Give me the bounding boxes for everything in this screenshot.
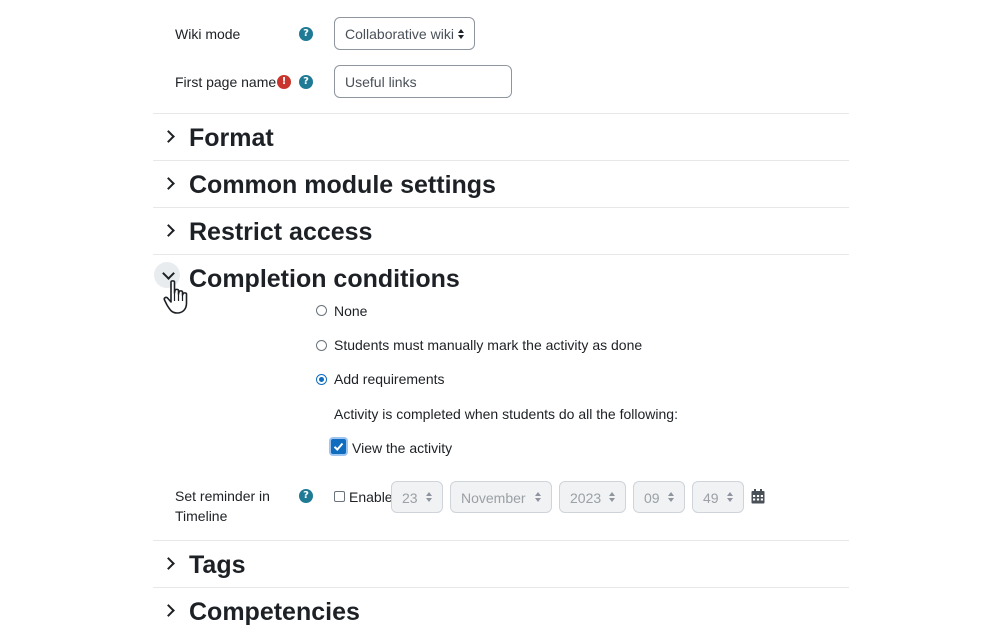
enable-checkbox[interactable] [334, 491, 345, 502]
section-title-format: Format [189, 124, 274, 152]
select-caret-icon [668, 492, 674, 502]
wiki-mode-label: Wiki mode [175, 26, 241, 42]
reminder-label-line2: Timeline [175, 508, 228, 524]
enable-label[interactable]: Enable [349, 487, 393, 507]
hand-pointer-icon [163, 280, 188, 314]
option-none-label[interactable]: None [334, 301, 367, 321]
divider [153, 254, 849, 255]
check-icon [333, 442, 344, 451]
radio-manual[interactable] [316, 340, 327, 351]
wiki-mode-select[interactable]: Collaborative wiki [334, 17, 475, 50]
minute-select[interactable]: 49 [692, 481, 744, 513]
requirements-description: Activity is completed when students do a… [334, 406, 678, 422]
first-page-name-label: First page name [175, 74, 277, 90]
section-restrict-access[interactable]: Restrict access [160, 216, 460, 252]
year-select[interactable]: 2023 [559, 481, 626, 513]
select-caret-icon [609, 492, 615, 502]
select-caret-icon [426, 492, 432, 502]
option-manual-label[interactable]: Students must manually mark the activity… [334, 335, 642, 355]
section-title-common: Common module settings [189, 171, 496, 199]
chevron-right-icon[interactable] [162, 224, 175, 237]
year-value: 2023 [570, 490, 602, 506]
radio-none[interactable] [316, 305, 327, 316]
month-value: November [461, 490, 526, 506]
section-title-competencies: Competencies [189, 598, 360, 626]
divider [153, 540, 849, 541]
select-caret-icon [535, 492, 541, 502]
chevron-right-icon[interactable] [162, 130, 175, 143]
section-title-completion: Completion conditions [189, 265, 460, 293]
divider [153, 207, 849, 208]
wiki-mode-value: Collaborative wiki [345, 26, 454, 42]
view-activity-checkbox[interactable] [331, 439, 346, 454]
section-title-tags: Tags [189, 551, 246, 579]
select-caret-icon [458, 28, 464, 39]
chevron-right-icon[interactable] [162, 557, 175, 570]
divider [153, 587, 849, 588]
section-format[interactable]: Format [160, 122, 460, 158]
reminder-label: Set reminder in Timeline [175, 486, 270, 526]
divider [153, 113, 849, 114]
view-activity-label[interactable]: View the activity [352, 438, 452, 458]
day-select[interactable]: 23 [391, 481, 443, 513]
reminder-label-line1: Set reminder in [175, 488, 270, 504]
section-tags[interactable]: Tags [160, 549, 360, 585]
hour-select[interactable]: 09 [633, 481, 685, 513]
required-icon: ! [277, 75, 291, 89]
month-select[interactable]: November [450, 481, 552, 513]
calendar-icon[interactable] [751, 489, 765, 504]
option-add-requirements-label[interactable]: Add requirements [334, 369, 445, 389]
radio-add-requirements[interactable] [316, 374, 327, 385]
help-icon[interactable]: ? [299, 27, 313, 41]
first-page-name-value: Useful links [345, 74, 417, 90]
section-common-module-settings[interactable]: Common module settings [160, 169, 560, 205]
hour-value: 09 [644, 490, 660, 506]
chevron-right-icon[interactable] [162, 177, 175, 190]
minute-value: 49 [703, 490, 719, 506]
divider [153, 160, 849, 161]
day-value: 23 [402, 490, 418, 506]
section-title-restrict: Restrict access [189, 218, 373, 246]
section-completion-conditions[interactable]: Completion conditions [154, 262, 560, 299]
help-icon[interactable]: ? [299, 489, 313, 503]
help-icon[interactable]: ? [299, 75, 313, 89]
select-caret-icon [727, 492, 733, 502]
section-competencies[interactable]: Competencies [160, 596, 460, 632]
chevron-right-icon[interactable] [162, 604, 175, 617]
first-page-name-input[interactable]: Useful links [334, 65, 512, 98]
